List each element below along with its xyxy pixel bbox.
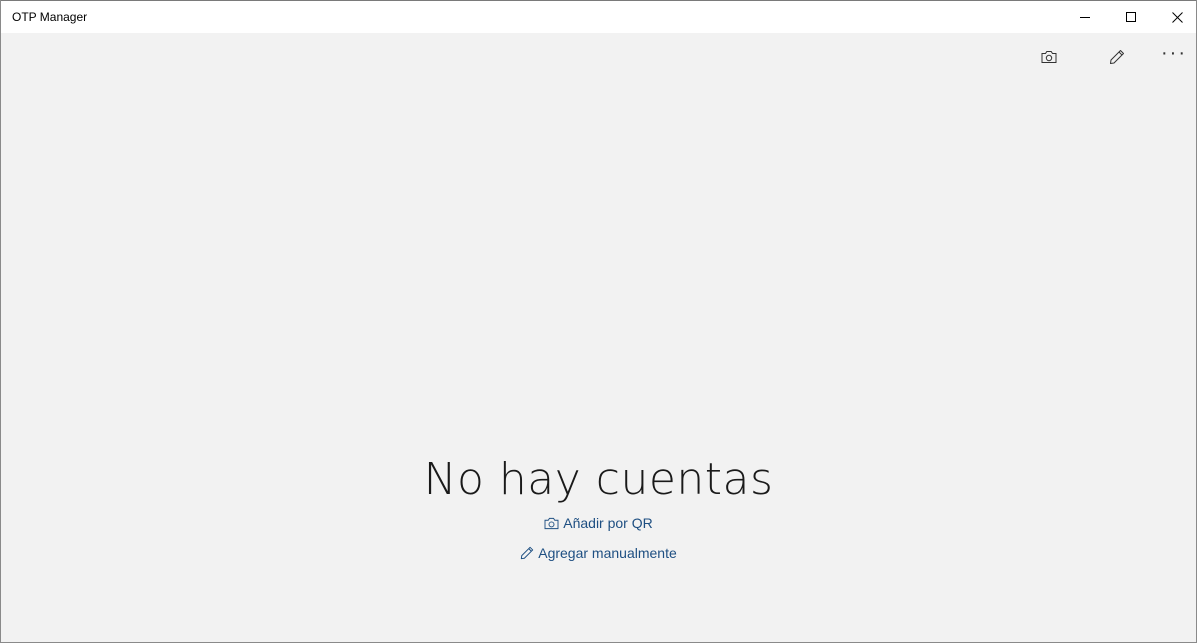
pencil-icon — [521, 546, 534, 560]
add-manual-label: Agregar manualmente — [538, 545, 677, 561]
close-icon — [1171, 11, 1183, 23]
command-bar: ··· — [1, 33, 1196, 81]
add-manual-link[interactable]: Agregar manualmente — [520, 545, 677, 561]
empty-state: No hay cuentas Añadir por QR Agregar man… — [1, 452, 1196, 568]
camera-icon — [1041, 51, 1057, 63]
pencil-icon — [1110, 50, 1124, 64]
close-button[interactable] — [1154, 1, 1196, 33]
minimize-icon — [1080, 17, 1090, 18]
more-button[interactable]: ··· — [1146, 33, 1196, 81]
add-qr-label: Añadir por QR — [563, 515, 653, 531]
add-manual-button[interactable] — [1089, 33, 1145, 81]
empty-title: No hay cuentas — [423, 454, 774, 505]
maximize-button[interactable] — [1108, 1, 1154, 33]
add-qr-link[interactable]: Añadir por QR — [544, 515, 653, 531]
app-title: OTP Manager — [12, 10, 88, 24]
scan-qr-button[interactable] — [1021, 33, 1077, 81]
minimize-button[interactable] — [1062, 1, 1108, 33]
maximize-icon — [1126, 12, 1136, 22]
camera-icon — [544, 517, 559, 529]
title-bar: OTP Manager — [1, 0, 1196, 33]
more-icon: ··· — [1161, 42, 1187, 64]
add-qr-row: Añadir por QR — [1, 508, 1196, 538]
add-manual-row: Agregar manualmente — [1, 538, 1196, 568]
app-window: OTP Manager ··· No hay cuentas Añadir po… — [0, 0, 1197, 643]
